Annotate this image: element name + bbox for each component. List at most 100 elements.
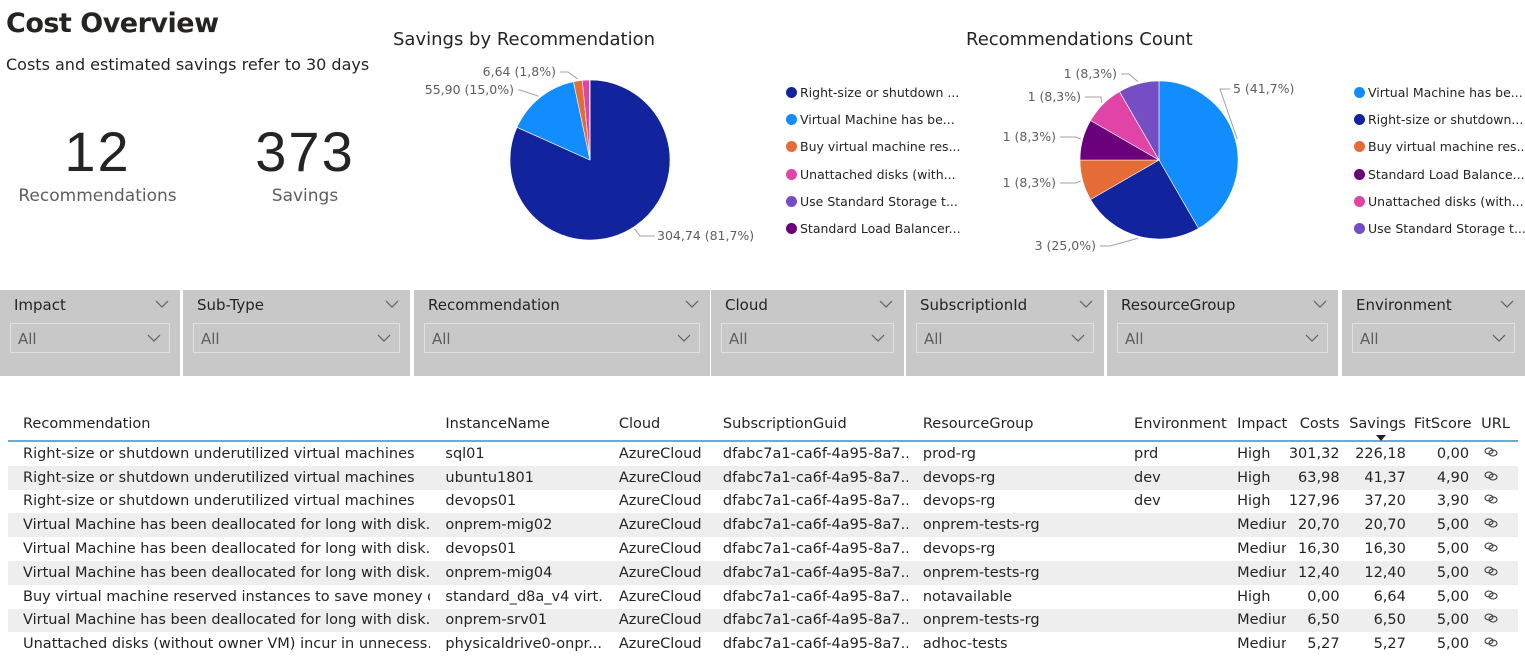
- cell-resourcegroup: onprem-tests-rg: [908, 513, 1119, 537]
- chevron-down-icon[interactable]: [154, 296, 170, 312]
- slicer-dropdown[interactable]: All: [193, 323, 400, 353]
- legend-dot-icon: [1354, 114, 1365, 125]
- slicer-dropdown[interactable]: All: [1117, 323, 1328, 353]
- chevron-down-icon[interactable]: [1078, 296, 1094, 312]
- cell-cloud: AzureCloud: [604, 561, 708, 585]
- legend-item[interactable]: Buy virtual machine res...: [1354, 133, 1525, 160]
- leader-line: [1060, 137, 1081, 139]
- savings-pie-chart[interactable]: 304,74 (81,7%)55,90 (15,0%)6,64 (1,8%): [380, 55, 780, 255]
- slicer-dropdown[interactable]: All: [10, 323, 170, 353]
- slicer-dropdown[interactable]: All: [1352, 323, 1515, 353]
- legend-item[interactable]: Right-size or shutdown...: [1354, 106, 1525, 133]
- column-header-costs[interactable]: Costs: [1286, 408, 1347, 441]
- table-row[interactable]: Right-size or shutdown underutilized vir…: [8, 466, 1518, 490]
- legend-dot-icon: [1354, 141, 1365, 152]
- slicer-dropdown[interactable]: All: [424, 323, 700, 353]
- link-icon[interactable]: [1483, 493, 1499, 505]
- cell-fitscore: 5,00: [1414, 609, 1477, 633]
- cell-subscriptionguid: dfabc7a1-ca6f-4a95-8a7...: [708, 441, 908, 466]
- table-row[interactable]: Right-size or shutdown underutilized vir…: [8, 490, 1518, 514]
- legend-item[interactable]: Right-size or shutdown ...: [786, 79, 961, 106]
- table-row[interactable]: Virtual Machine has been deallocated for…: [8, 513, 1518, 537]
- slicer-title: Recommendation: [428, 296, 560, 314]
- table-row[interactable]: Virtual Machine has been deallocated for…: [8, 609, 1518, 633]
- column-header-environment[interactable]: Environment: [1119, 408, 1222, 441]
- cell-fitscore: 5,00: [1414, 561, 1477, 585]
- link-icon[interactable]: [1483, 612, 1499, 624]
- cell-resourcegroup: onprem-tests-rg: [908, 609, 1119, 633]
- link-icon[interactable]: [1483, 470, 1499, 482]
- cell-environment: [1119, 561, 1222, 585]
- legend-item[interactable]: Unattached disks (with...: [1354, 188, 1525, 215]
- legend-item[interactable]: Virtual Machine has be...: [786, 106, 961, 133]
- column-header-fitscore[interactable]: FitScore: [1414, 408, 1477, 441]
- legend-item[interactable]: Buy virtual machine res...: [786, 133, 961, 160]
- link-icon[interactable]: [1483, 446, 1499, 458]
- cell-cloud: AzureCloud: [604, 609, 708, 633]
- legend-item[interactable]: Standard Load Balance...: [1354, 161, 1525, 188]
- url-cell[interactable]: [1477, 513, 1518, 537]
- legend-dot-icon: [786, 87, 797, 98]
- chevron-down-icon: [1490, 330, 1508, 346]
- column-header-subscriptionguid[interactable]: SubscriptionGuid: [708, 408, 908, 441]
- url-cell[interactable]: [1477, 441, 1518, 466]
- legend-dot-icon: [786, 196, 797, 207]
- column-header-instancename[interactable]: InstanceName: [430, 408, 603, 441]
- slicer-value: All: [1360, 330, 1379, 348]
- table-row[interactable]: Buy virtual machine reserved instances t…: [8, 585, 1518, 609]
- slicer-recommendation: Recommendation All: [414, 290, 710, 376]
- column-header-impact[interactable]: Impact: [1222, 408, 1286, 441]
- column-header-cloud[interactable]: Cloud: [604, 408, 708, 441]
- url-cell[interactable]: [1477, 632, 1518, 656]
- chevron-down-icon: [375, 330, 393, 346]
- link-icon[interactable]: [1483, 565, 1499, 577]
- chevron-down-icon[interactable]: [384, 296, 400, 312]
- link-icon[interactable]: [1483, 517, 1499, 529]
- legend-item[interactable]: Use Standard Storage t...: [786, 188, 961, 215]
- url-cell[interactable]: [1477, 585, 1518, 609]
- page-title: Cost Overview: [6, 8, 219, 39]
- cell-fitscore: 5,00: [1414, 632, 1477, 656]
- table-row[interactable]: Virtual Machine has been deallocated for…: [8, 561, 1518, 585]
- cell-costs: 6,50: [1286, 609, 1347, 633]
- url-cell[interactable]: [1477, 466, 1518, 490]
- cell-subscriptionguid: dfabc7a1-ca6f-4a95-8a7...: [708, 466, 908, 490]
- url-cell[interactable]: [1477, 561, 1518, 585]
- link-icon[interactable]: [1483, 541, 1499, 553]
- legend-item[interactable]: Use Standard Storage t...: [1354, 215, 1525, 242]
- column-header-recommendation[interactable]: Recommendation: [8, 408, 430, 441]
- table-row[interactable]: Virtual Machine has been deallocated for…: [8, 537, 1518, 561]
- legend-item[interactable]: Standard Load Balancer...: [786, 215, 961, 242]
- url-cell[interactable]: [1477, 609, 1518, 633]
- table-row[interactable]: Unattached disks (without owner VM) incu…: [8, 632, 1518, 656]
- chevron-down-icon[interactable]: [684, 296, 700, 312]
- cell-recommendation: Right-size or shutdown underutilized vir…: [8, 441, 430, 466]
- chevron-down-icon[interactable]: [878, 296, 894, 312]
- slicer-dropdown[interactable]: All: [916, 323, 1094, 353]
- link-icon[interactable]: [1483, 589, 1499, 601]
- cell-subscriptionguid: dfabc7a1-ca6f-4a95-8a7...: [708, 585, 908, 609]
- url-cell[interactable]: [1477, 490, 1518, 514]
- url-cell[interactable]: [1477, 537, 1518, 561]
- cell-impact: High: [1222, 466, 1286, 490]
- cell-environment: prd: [1119, 441, 1222, 466]
- cell-subscriptionguid: dfabc7a1-ca6f-4a95-8a7...: [708, 490, 908, 514]
- table-row[interactable]: Right-size or shutdown underutilized vir…: [8, 441, 1518, 466]
- cell-savings: 226,18: [1348, 441, 1414, 466]
- chart-title-count: Recommendations Count: [966, 29, 1193, 50]
- count-pie-chart[interactable]: 5 (41,7%)3 (25,0%)1 (8,3%)1 (8,3%)1 (8,3…: [990, 55, 1340, 265]
- cell-cloud: AzureCloud: [604, 513, 708, 537]
- link-icon[interactable]: [1483, 636, 1499, 648]
- slicer-value: All: [18, 330, 37, 348]
- legend-item[interactable]: Virtual Machine has be...: [1354, 79, 1525, 106]
- cell-costs: 301,32: [1286, 441, 1347, 466]
- column-header-resourcegroup[interactable]: ResourceGroup: [908, 408, 1119, 441]
- column-header-url[interactable]: URL: [1477, 408, 1518, 441]
- column-header-savings[interactable]: Savings: [1348, 408, 1414, 441]
- legend-item[interactable]: Unattached disks (with...: [786, 161, 961, 188]
- slicer-dropdown[interactable]: All: [721, 323, 894, 353]
- chevron-down-icon[interactable]: [1499, 296, 1515, 312]
- column-header-label: Impact: [1237, 416, 1287, 432]
- chevron-down-icon[interactable]: [1312, 296, 1328, 312]
- cell-fitscore: 5,00: [1414, 513, 1477, 537]
